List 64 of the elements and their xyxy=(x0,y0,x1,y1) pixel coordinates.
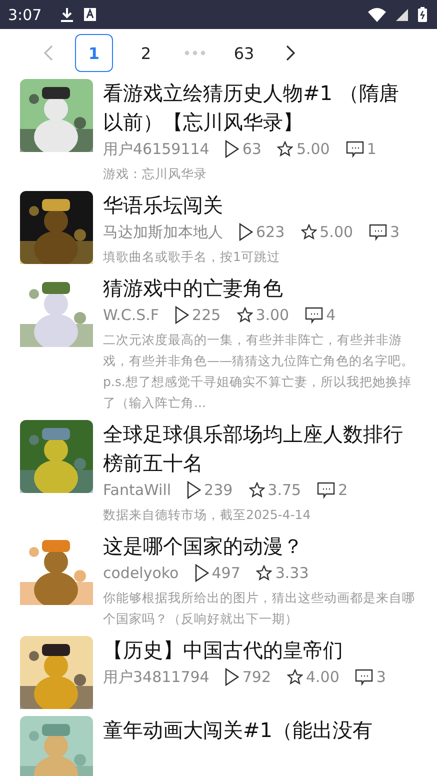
rating: 3.33 xyxy=(275,563,309,584)
comment-icon xyxy=(317,482,336,498)
quiz-title[interactable]: 猜游戏中的亡妻角色 xyxy=(103,274,415,303)
star-icon xyxy=(277,141,294,157)
page-button[interactable]: 1 xyxy=(75,34,113,72)
clock: 3:07 xyxy=(8,6,42,24)
play-icon xyxy=(175,306,190,324)
play-icon xyxy=(225,668,240,686)
quiz-title[interactable]: 童年动画大闯关#1（能出没有 xyxy=(103,716,415,745)
rating: 5.00 xyxy=(296,139,330,160)
quiz-description: 游戏：忘川风华录 xyxy=(103,165,208,183)
author-name: codelyoko xyxy=(103,563,179,584)
author-name: FantaWill xyxy=(103,480,172,501)
rating: 4.00 xyxy=(306,667,340,688)
quiz-description: 二次元浓度最高的一集，有些并非阵亡，有些并非游戏，有些并非角色——猜猜这九位阵亡角色的名字吧。p.s.想了想感觉千寻姐确实不算亡妻，所以我把她换掉了（输入阵亡角... xyxy=(103,331,415,412)
download-icon xyxy=(60,6,74,22)
chevron-left-icon xyxy=(44,45,52,61)
comment-count: 2 xyxy=(338,480,348,501)
page-button[interactable]: 2 xyxy=(127,34,165,72)
play-count: 239 xyxy=(204,480,233,501)
comment-icon xyxy=(305,306,324,324)
quiz-description: 填歌曲名或歌手名，按1可跳过 xyxy=(103,248,281,266)
comment-icon xyxy=(346,140,364,158)
star-icon xyxy=(248,482,265,498)
quiz-title[interactable]: 这是哪个国家的动漫？ xyxy=(103,532,415,561)
star-icon xyxy=(287,669,303,685)
quiz-description: 数据来自德转市场，截至2025-4-14 xyxy=(103,506,312,524)
play-icon xyxy=(194,564,209,582)
comment-count: 4 xyxy=(326,305,336,326)
star-icon xyxy=(300,224,317,240)
chevron-right-icon xyxy=(286,45,294,61)
battery-icon xyxy=(418,7,427,22)
rating: 5.00 xyxy=(320,222,354,243)
comment-count: 1 xyxy=(366,139,376,160)
quiz-title[interactable]: 看游戏立绘猜历史人物#1 （隋唐以前）【忘川风华录】 xyxy=(103,79,415,137)
rating: 3.75 xyxy=(268,480,302,501)
wifi-icon xyxy=(368,8,386,22)
comment-count: 3 xyxy=(376,667,386,688)
play-count: 623 xyxy=(256,222,285,243)
author-name: 用户46159114 xyxy=(103,139,210,160)
play-count: 63 xyxy=(242,139,262,160)
author-name: 马达加斯加本地人 xyxy=(103,222,223,243)
comment-icon xyxy=(355,668,374,686)
play-count: 792 xyxy=(242,667,271,688)
author-name: W.C.S.F xyxy=(103,305,160,326)
quiz-title[interactable]: 华语乐坛闯关 xyxy=(103,191,415,220)
play-icon xyxy=(225,140,240,158)
comment-count: 3 xyxy=(390,222,400,243)
keyboard-icon xyxy=(84,8,96,21)
star-icon xyxy=(256,565,272,581)
ellipsis-icon xyxy=(184,50,206,56)
rating: 3.00 xyxy=(256,305,290,326)
comment-icon xyxy=(369,224,388,240)
quiz-description: 你能够根据我所给出的图片，猜出这些动画都是来自哪个国家吗？（反响好就出下一期） xyxy=(103,589,415,628)
page-button[interactable]: 63 xyxy=(225,34,263,72)
play-icon xyxy=(239,223,253,241)
play-count: 225 xyxy=(192,305,221,326)
play-icon xyxy=(187,481,202,499)
signal-icon xyxy=(396,8,408,20)
play-count: 497 xyxy=(212,563,240,584)
star-icon xyxy=(236,307,253,323)
quiz-title[interactable]: 全球足球俱乐部场均上座人数排行榜前五十名 xyxy=(103,420,415,478)
quiz-title[interactable]: 【历史】中国古代的皇帝们 xyxy=(103,636,415,665)
author-name: 用户34811794 xyxy=(103,667,210,688)
